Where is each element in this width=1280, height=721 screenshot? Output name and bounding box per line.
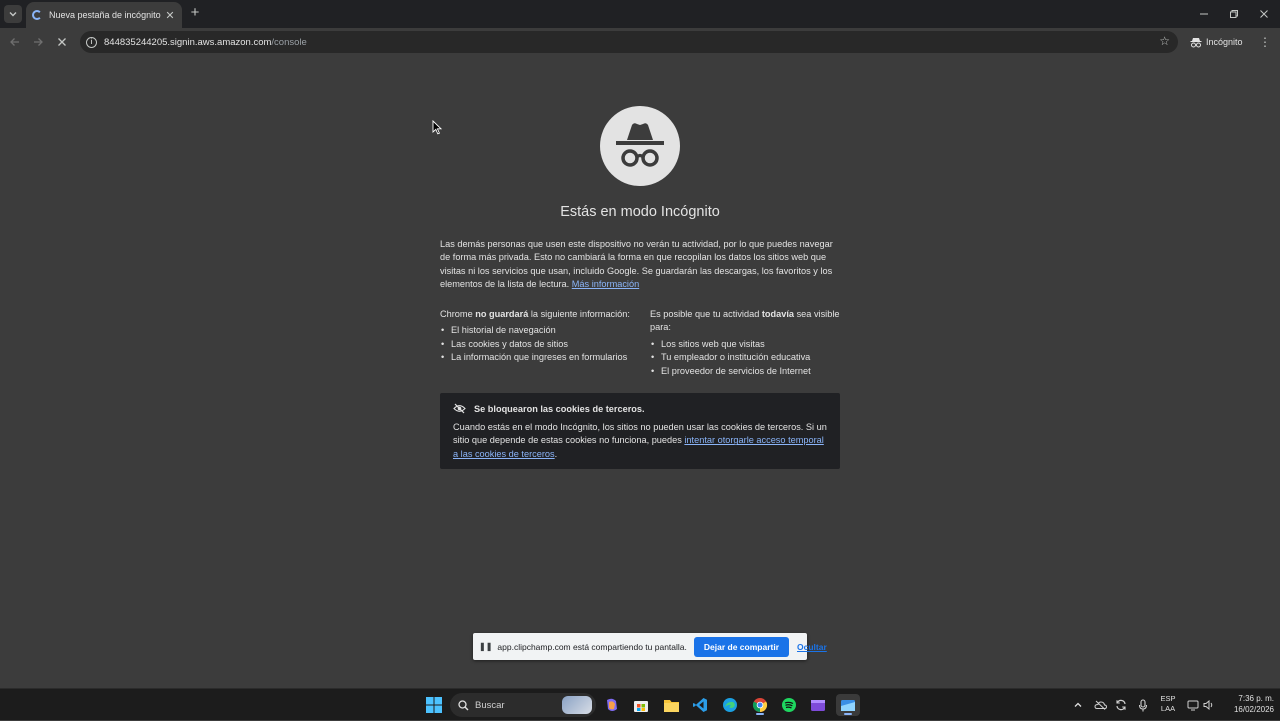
not-saved-bold: no guardará <box>475 309 529 319</box>
not-saved-prefix: Chrome <box>440 309 476 319</box>
mouse-cursor-icon <box>432 120 442 135</box>
cookie-card-header: Se bloquearon las cookies de terceros. <box>453 403 827 414</box>
minimize-button[interactable] <box>1188 0 1220 28</box>
hide-share-bar-link[interactable]: Ocultar <box>797 642 827 652</box>
onedrive-icon[interactable] <box>1092 689 1108 721</box>
restore-icon <box>1230 10 1238 18</box>
microphone-icon[interactable] <box>1135 689 1151 721</box>
close-icon <box>58 38 66 46</box>
incognito-ntp: Estás en modo Incógnito Las demás person… <box>0 56 1280 688</box>
pause-icon: ❚❚ <box>479 642 493 651</box>
chevron-down-icon <box>9 12 17 17</box>
lang-code: ESP <box>1160 694 1176 703</box>
cookie-card-title: Se bloquearon las cookies de terceros. <box>474 403 645 414</box>
not-saved-suffix: la siguiente información: <box>528 309 630 319</box>
list-item: Tu empleador o institución educativa <box>650 351 844 365</box>
eye-off-icon <box>453 403 466 414</box>
clipchamp-icon[interactable] <box>807 694 829 716</box>
url-path: /console <box>271 36 307 48</box>
display-icon[interactable] <box>1185 689 1201 721</box>
stop-sharing-button[interactable]: Dejar de compartir <box>693 636 790 657</box>
still-visible-heading: Es posible que tu actividad todavía sea … <box>650 308 844 335</box>
chrome-icon[interactable] <box>749 694 771 716</box>
address-bar[interactable]: i 844835244205.signin.aws.amazon.com/con… <box>80 31 1178 53</box>
stop-loading-button[interactable] <box>52 32 72 52</box>
profile-label: Incógnito <box>1206 37 1243 47</box>
url-host: 844835244205.signin.aws.amazon.com <box>104 36 272 48</box>
screen-share-bar: ❚❚ app.clipchamp.com está compartiendo t… <box>473 633 827 660</box>
lang-region: LAA <box>1160 704 1176 713</box>
search-placeholder: Buscar <box>475 699 505 711</box>
edge-icon[interactable] <box>719 694 741 716</box>
incognito-profile-chip[interactable]: Incógnito <box>1184 33 1249 51</box>
copilot-icon[interactable] <box>601 694 623 716</box>
still-visible-column: Es posible que tu actividad todavía sea … <box>650 308 844 378</box>
menu-kebab-icon[interactable]: ⋮ <box>1258 34 1272 50</box>
arrow-right-icon <box>34 38 43 46</box>
third-party-cookies-card: Se bloquearon las cookies de terceros. C… <box>440 393 840 469</box>
not-saved-list: El historial de navegación Las cookies y… <box>440 324 640 365</box>
spotify-icon[interactable] <box>778 694 800 716</box>
loading-spinner-icon <box>32 10 42 20</box>
show-hidden-icons-button[interactable] <box>1070 689 1086 721</box>
restore-button[interactable] <box>1218 0 1250 28</box>
url-text: 844835244205.signin.aws.amazon.com/conso… <box>104 37 307 48</box>
close-icon <box>1260 10 1268 18</box>
list-item: El proveedor de servicios de Internet <box>650 365 844 379</box>
clipchamp-recorder-icon[interactable] <box>836 694 860 716</box>
clock-time: 7:36 p. m. <box>1238 694 1274 703</box>
active-indicator <box>756 713 764 715</box>
taskbar-search[interactable]: Buscar <box>450 693 596 717</box>
still-visible-list: Los sitios web que visitas Tu empleador … <box>650 338 844 379</box>
vscode-icon[interactable] <box>689 694 711 716</box>
sync-icon[interactable] <box>1113 689 1129 721</box>
site-info-icon[interactable]: i <box>86 36 97 48</box>
close-window-button[interactable] <box>1248 0 1280 28</box>
share-message: app.clipchamp.com está compartiendo tu p… <box>497 641 687 652</box>
clock-date: 16/02/2026 <box>1233 705 1274 714</box>
cookie-card-tail: . <box>554 448 558 459</box>
windows-logo-icon <box>426 697 442 713</box>
list-item: La información que ingreses en formulari… <box>440 351 640 365</box>
not-saved-heading: Chrome no guardará la siguiente informac… <box>440 308 640 321</box>
clock[interactable]: 7:36 p. m. 16/02/2026 <box>1222 693 1274 715</box>
tab-incognito[interactable]: Nueva pestaña de incógnito ✕ <box>26 2 182 28</box>
learn-more-link[interactable]: Más información <box>572 279 639 289</box>
tab-title: Nueva pestaña de incógnito <box>49 10 161 20</box>
tab-search-button[interactable] <box>4 5 22 23</box>
windows-taskbar: Buscar ESP LAA 7:36 p. m. 16/02/2026 <box>0 688 1280 720</box>
back-button[interactable] <box>5 32 25 52</box>
page-title: Estás en modo Incógnito <box>560 204 720 220</box>
arrow-left-icon <box>10 38 19 46</box>
input-language-indicator[interactable]: ESP LAA <box>1156 694 1180 714</box>
forward-button[interactable] <box>28 32 48 52</box>
list-item: El historial de navegación <box>440 324 640 338</box>
intro-paragraph: Las demás personas que usen este disposi… <box>440 238 840 292</box>
chevron-up-icon <box>1074 702 1082 707</box>
tab-strip: Nueva pestaña de incógnito ✕ + <box>0 0 1280 28</box>
still-visible-prefix: Es posible que tu actividad <box>650 309 762 319</box>
bookmark-star-icon[interactable]: ☆ <box>1159 34 1170 48</box>
microsoft-store-icon[interactable] <box>630 694 652 716</box>
file-explorer-icon[interactable] <box>660 694 682 716</box>
browser-toolbar: i 844835244205.signin.aws.amazon.com/con… <box>0 28 1280 56</box>
cookie-card-body: Cuando estás en el modo Incógnito, los s… <box>453 421 827 461</box>
start-button[interactable] <box>423 694 445 716</box>
search-icon <box>458 699 469 710</box>
minimize-icon <box>1200 13 1208 15</box>
incognito-icon <box>1190 37 1202 47</box>
active-indicator <box>844 713 852 715</box>
tab-close-icon[interactable]: ✕ <box>164 9 176 22</box>
list-item: Las cookies y datos de sitios <box>440 338 640 352</box>
volume-icon[interactable] <box>1201 689 1215 721</box>
not-saved-column: Chrome no guardará la siguiente informac… <box>440 308 640 365</box>
incognito-spy-icon <box>600 106 680 186</box>
search-highlight-image <box>562 696 592 714</box>
list-item: Los sitios web que visitas <box>650 338 844 352</box>
new-tab-button[interactable]: + <box>186 5 204 23</box>
still-visible-bold: todavía <box>761 309 795 319</box>
